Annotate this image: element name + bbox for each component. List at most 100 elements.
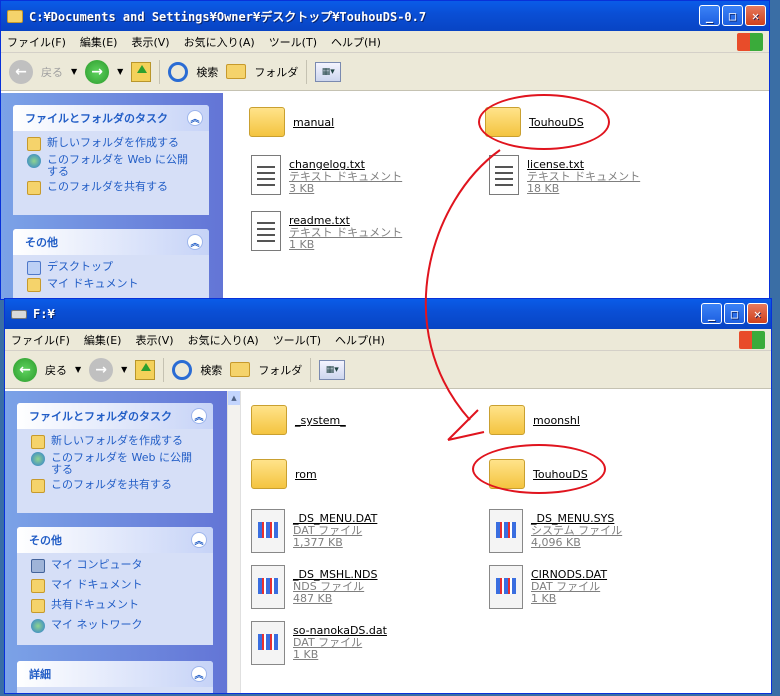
file-license[interactable]: license.txt テキスト ドキュメント 18 KB: [489, 155, 640, 195]
search-icon[interactable]: [172, 359, 193, 380]
file-changelog[interactable]: changelog.txt テキスト ドキュメント 3 KB: [251, 155, 402, 195]
dropdown-arrow[interactable]: ▼: [71, 67, 77, 76]
front-taskpane: ファイルとフォルダのタスク ︽ 新しいフォルダを作成する このフォルダを Web …: [5, 391, 227, 693]
task-new-folder[interactable]: 新しいフォルダを作成する: [17, 429, 213, 449]
menu-favorites[interactable]: お気に入り(A): [184, 34, 255, 50]
front-body: ファイルとフォルダのタスク ︽ 新しいフォルダを作成する このフォルダを Web …: [5, 391, 771, 693]
file-ds-menu-dat[interactable]: _DS_MENU.DAT DAT ファイル 1,377 KB: [251, 509, 377, 553]
desktop-icon: [27, 261, 41, 275]
search-button[interactable]: 検索: [200, 362, 222, 378]
windows-logo: [737, 33, 763, 51]
file-ds-mshl-nds[interactable]: _DS_MSHL.NDS NDS ファイル 487 KB: [251, 565, 378, 609]
computer-icon: [31, 559, 45, 573]
back-taskpane: ファイルとフォルダのタスク ︽ 新しいフォルダを作成する このフォルダを Web …: [1, 93, 223, 299]
menu-file[interactable]: ファイル(F): [11, 332, 70, 348]
forward-icon[interactable]: →: [89, 357, 114, 382]
folders-button[interactable]: フォルダ: [254, 64, 298, 80]
collapse-icon: ︽: [187, 234, 203, 250]
maximize-button[interactable]: □: [722, 5, 743, 26]
file-ds-menu-sys[interactable]: _DS_MENU.SYS システム ファイル 4,096 KB: [489, 509, 622, 553]
new-folder-icon: [27, 137, 41, 151]
menu-view[interactable]: 表示(V): [135, 332, 173, 348]
other-my-documents[interactable]: マイ ドキュメント: [13, 275, 209, 292]
dropdown-arrow[interactable]: ▼: [121, 365, 127, 374]
back-window-title: C:¥Documents and Settings¥Owner¥デスクトップ¥T…: [29, 9, 427, 24]
other-my-documents[interactable]: マイ ドキュメント: [17, 573, 213, 593]
menu-edit[interactable]: 編集(E): [80, 34, 118, 50]
menu-help[interactable]: ヘルプ(H): [335, 332, 385, 348]
back-body: ファイルとフォルダのタスク ︽ 新しいフォルダを作成する このフォルダを Web …: [1, 93, 769, 299]
other-title[interactable]: その他 ︽: [13, 229, 209, 255]
close-button[interactable]: ✕: [745, 5, 766, 26]
up-icon[interactable]: [131, 61, 152, 82]
front-titlebar[interactable]: F:¥ _ □ ✕: [5, 299, 771, 329]
file-system[interactable]: _system_: [251, 401, 346, 435]
folders-icon[interactable]: [226, 64, 247, 79]
other-my-network[interactable]: マイ ネットワーク: [17, 613, 213, 633]
folders-icon[interactable]: [230, 362, 251, 377]
front-toolbar: ← 戻る ▼ → ▼ 検索 フォルダ ▦▾: [5, 351, 771, 389]
globe-icon: [27, 154, 41, 168]
scroll-up-icon: ▲: [228, 391, 240, 405]
collapse-icon: ︽: [187, 110, 203, 126]
menu-view[interactable]: 表示(V): [131, 34, 169, 50]
task-share[interactable]: このフォルダを共有する: [17, 476, 213, 493]
details-title[interactable]: 詳細 ︽: [17, 661, 213, 687]
menu-favorites[interactable]: お気に入り(A): [188, 332, 259, 348]
scrollbar[interactable]: ▲: [227, 391, 241, 693]
menu-tools[interactable]: ツール(T): [273, 332, 321, 348]
dropdown-arrow[interactable]: ▼: [75, 365, 81, 374]
menu-edit[interactable]: 編集(E): [84, 332, 122, 348]
tasks-title[interactable]: ファイルとフォルダのタスク ︽: [17, 403, 213, 429]
file-so-nanoka[interactable]: so-nanokaDS.dat DAT ファイル 1 KB: [251, 621, 387, 665]
collapse-icon: ︽: [191, 532, 207, 548]
menu-help[interactable]: ヘルプ(H): [331, 34, 381, 50]
folder-icon: [7, 9, 23, 23]
folder-icon: [251, 405, 287, 435]
minimize-button[interactable]: _: [699, 5, 720, 26]
other-my-computer[interactable]: マイ コンピュータ: [17, 553, 213, 573]
menu-tools[interactable]: ツール(T): [269, 34, 317, 50]
new-folder-icon: [31, 435, 45, 449]
file-manual[interactable]: manual: [249, 103, 334, 137]
menu-file[interactable]: ファイル(F): [7, 34, 66, 50]
search-button[interactable]: 検索: [196, 64, 218, 80]
task-share[interactable]: このフォルダを共有する: [13, 178, 209, 195]
back-icon[interactable]: ←: [9, 59, 33, 84]
back-icon[interactable]: ←: [13, 357, 37, 382]
other-shared-documents[interactable]: 共有ドキュメント: [17, 593, 213, 613]
file-rom[interactable]: rom: [251, 455, 317, 489]
folders-button[interactable]: フォルダ: [258, 362, 302, 378]
dropdown-arrow[interactable]: ▼: [117, 67, 123, 76]
tasks-title[interactable]: ファイルとフォルダのタスク ︽: [13, 105, 209, 131]
front-menubar: ファイル(F) 編集(E) 表示(V) お気に入り(A) ツール(T) ヘルプ(…: [5, 329, 771, 351]
system-file-icon: [489, 509, 523, 553]
windows-logo: [739, 331, 765, 349]
folder-icon: [251, 459, 287, 489]
search-icon[interactable]: [168, 61, 189, 82]
back-titlebar[interactable]: C:¥Documents and Settings¥Owner¥デスクトップ¥T…: [1, 1, 769, 31]
minimize-button[interactable]: _: [701, 303, 722, 324]
close-button[interactable]: ✕: [747, 303, 768, 324]
views-icon[interactable]: ▦▾: [315, 61, 342, 82]
other-title[interactable]: その他 ︽: [17, 527, 213, 553]
task-publish-web[interactable]: このフォルダを Web に公開する: [17, 449, 213, 476]
share-icon: [27, 181, 41, 195]
views-icon[interactable]: ▦▾: [319, 359, 346, 380]
file-readme[interactable]: readme.txt テキスト ドキュメント 1 KB: [251, 211, 402, 251]
front-window: F:¥ _ □ ✕ ファイル(F) 編集(E) 表示(V) お気に入り(A) ツ…: [4, 298, 772, 694]
back-button[interactable]: 戻る: [45, 362, 67, 378]
nds-file-icon: [251, 565, 285, 609]
front-window-title: F:¥: [33, 307, 55, 321]
other-desktop[interactable]: デスクトップ: [13, 255, 209, 275]
forward-icon[interactable]: →: [85, 59, 110, 84]
task-new-folder[interactable]: 新しいフォルダを作成する: [13, 131, 209, 151]
back-window: C:¥Documents and Settings¥Owner¥デスクトップ¥T…: [0, 0, 770, 300]
documents-icon: [31, 579, 45, 593]
task-publish-web[interactable]: このフォルダを Web に公開する: [13, 151, 209, 178]
up-icon[interactable]: [135, 359, 156, 380]
maximize-button[interactable]: □: [724, 303, 745, 324]
back-button[interactable]: 戻る: [41, 64, 63, 80]
file-moonshl[interactable]: moonshl: [489, 401, 580, 435]
file-cirnods-dat[interactable]: CIRNODS.DAT DAT ファイル 1 KB: [489, 565, 607, 609]
